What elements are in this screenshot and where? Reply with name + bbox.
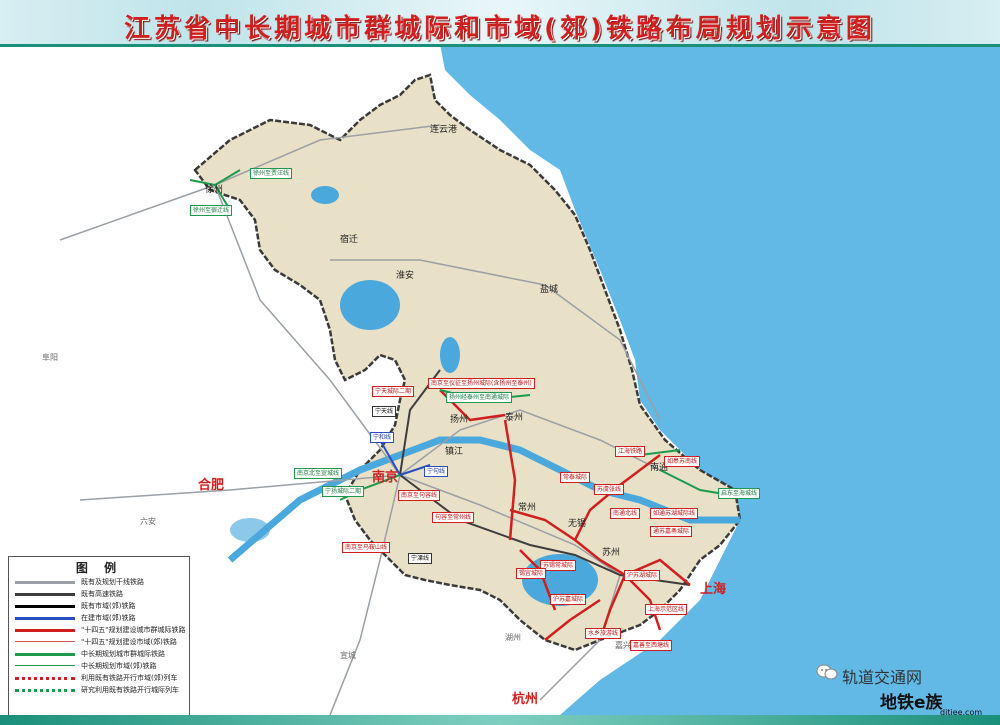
- legend-item: 中长期规划城市群城际铁路: [9, 648, 189, 660]
- legend-item-label: 利用既有铁路开行市域(郊)列车: [81, 674, 178, 682]
- legend-title: 图 例: [75, 561, 123, 575]
- label-shuixiang: 水乡旅游线: [585, 628, 622, 639]
- label-nanjing-jurong: 南京至句容线: [398, 490, 441, 501]
- legend-item-label: 中长期规划市域(郊)铁路: [81, 662, 157, 670]
- label-nanjing-xuancheng: 南京北至宣城线: [294, 468, 343, 479]
- label-ningli: 宁溧线: [408, 553, 433, 564]
- label-ningju: 宁句线: [424, 466, 449, 477]
- label-ningtian: 宁天线: [372, 406, 397, 417]
- page-title: 江苏省中长期城市群城际和市域(郊)铁路布局规划示意图: [124, 14, 876, 44]
- legend-item: 在建市域(郊)铁路: [9, 612, 189, 624]
- legend-item-label: 既有高速铁路: [81, 590, 123, 598]
- lake-gaoyou: [440, 337, 460, 373]
- label-xuzhou-suqian: 徐州至宿迁线: [190, 205, 233, 216]
- city-hangzhou: 杭州: [512, 692, 539, 707]
- legend-item-label: 既有市域(郊)铁路: [81, 602, 136, 610]
- legend-item: 既有市域(郊)铁路: [9, 600, 189, 612]
- label-ninghe: 宁和线: [370, 432, 395, 443]
- label-ningtian-2: 宁天城际二期: [372, 386, 415, 397]
- city-yancheng: 盐城: [540, 285, 559, 295]
- city-yangzhou: 扬州: [450, 415, 469, 425]
- label-ningyang-2: 宁扬城际二期: [322, 486, 365, 497]
- label-nanjing-yizheng-yangzhou: 南京至仪征至扬州城际(含扬州至泰州): [428, 378, 535, 389]
- legend-swatch: [15, 677, 75, 680]
- legend-item-label: "十四五"规划建设市域(郊)铁路: [81, 638, 177, 646]
- city-huzhou: 湖州: [505, 633, 521, 642]
- city-lianyungang: 连云港: [430, 125, 458, 135]
- legend-item-label: 研究利用既有铁路开行城际列车: [81, 686, 179, 694]
- legend-swatch: [15, 629, 75, 632]
- label-xiyi: 锡宜城际: [516, 568, 547, 579]
- city-suqian: 宿迁: [340, 235, 359, 245]
- legend-swatch: [15, 617, 75, 620]
- legend-item: 既有高速铁路: [9, 588, 189, 600]
- label-qidong-haicheng: 启东至海城线: [718, 488, 761, 499]
- city-fuyang: 阜阳: [42, 353, 58, 362]
- legend-item-label: "十四五"规划建设城市群城际铁路: [81, 626, 186, 634]
- legend-swatch: [15, 689, 75, 692]
- legend-swatch: [15, 665, 75, 666]
- legend-swatch: [15, 641, 75, 642]
- label-jurong-changzhou: 句容至常州线: [432, 512, 475, 523]
- legend-item: 利用既有铁路开行市域(郊)列车: [9, 672, 189, 684]
- label-nanjing-maanshan: 南京至马鞍山线: [342, 542, 391, 553]
- label-jianghai: 江海铁路: [615, 446, 646, 457]
- city-nanjing: 南京: [372, 470, 399, 485]
- city-xuancheng: 宣城: [340, 651, 356, 660]
- legend-item: "十四五"规划建设市域(郊)铁路: [9, 636, 189, 648]
- city-taizhou: 泰州: [505, 413, 524, 423]
- legend-swatch: [15, 581, 75, 584]
- label-husuhu: 沪苏湖城际: [624, 570, 661, 581]
- legend-item: 研究利用既有铁路开行城际列车: [9, 684, 189, 696]
- legend-item: 既有及规划干线铁路: [9, 576, 189, 588]
- city-wuxi: 无锡: [568, 519, 587, 529]
- legend-item-label: 既有及规划干线铁路: [81, 578, 144, 586]
- legend-swatch: [15, 605, 75, 608]
- label-jiashan-xitang: 嘉善至西塘线: [630, 640, 673, 651]
- city-jiaxing: 嘉兴: [615, 641, 631, 650]
- wechat-icon: [816, 664, 838, 680]
- watermark-brand: 轨道交通网: [842, 668, 923, 687]
- city-zhenjiang: 镇江: [445, 447, 464, 457]
- city-suzhou: 苏州: [602, 548, 621, 558]
- city-luan: 六安: [140, 517, 156, 526]
- lake-luoma: [311, 186, 339, 204]
- footer-band: [0, 715, 1000, 725]
- city-shanghai: 上海: [700, 582, 727, 597]
- label-suyuzhang: 苏虞张线: [594, 484, 625, 495]
- lake-hongze: [340, 280, 400, 330]
- label-tongsujiayong: 通苏嘉甬城际: [650, 526, 693, 537]
- label-rutong-suhu: 如通苏湖城际线: [650, 508, 699, 519]
- legend-rows: 既有及规划干线铁路 既有高速铁路既有市域(郊)铁路 在建市域(郊)铁路 "十四五"规划…: [9, 576, 189, 696]
- city-xuzhou: 徐州: [205, 185, 224, 195]
- label-nantong-north: 南通北线: [610, 508, 641, 519]
- legend-swatch: [15, 593, 75, 596]
- legend-panel: 图 例 既有及规划干线铁路 既有高速铁路既有市域(郊)铁路 在建市域(郊)铁路 "十四…: [8, 556, 190, 718]
- label-changtai: 常泰城际: [560, 472, 591, 483]
- legend-item: 中长期规划市域(郊)铁路: [9, 660, 189, 672]
- city-hefei: 合肥: [198, 478, 225, 493]
- city-huaian: 淮安: [396, 271, 415, 281]
- legend-item-label: 在建市域(郊)铁路: [81, 614, 136, 622]
- legend-item: "十四五"规划建设城市群城际铁路: [9, 624, 189, 636]
- legend-swatch: [15, 653, 75, 656]
- label-husujia: 沪苏嘉城际: [550, 594, 587, 605]
- label-xuzhou-jiawang: 徐州至贾汪线: [250, 168, 293, 179]
- legend-item-label: 中长期规划城市群城际铁路: [81, 650, 165, 658]
- watermark-site-name: 地铁e族: [880, 693, 943, 713]
- label-rugao-sunan: 如皋苏南线: [664, 456, 701, 467]
- label-yangzhou-taizhou-nantong: 扬州经泰州至南通城际: [446, 392, 513, 403]
- city-changzhou: 常州: [518, 503, 537, 513]
- label-shanghai-demo: 上海示范区线: [645, 604, 688, 615]
